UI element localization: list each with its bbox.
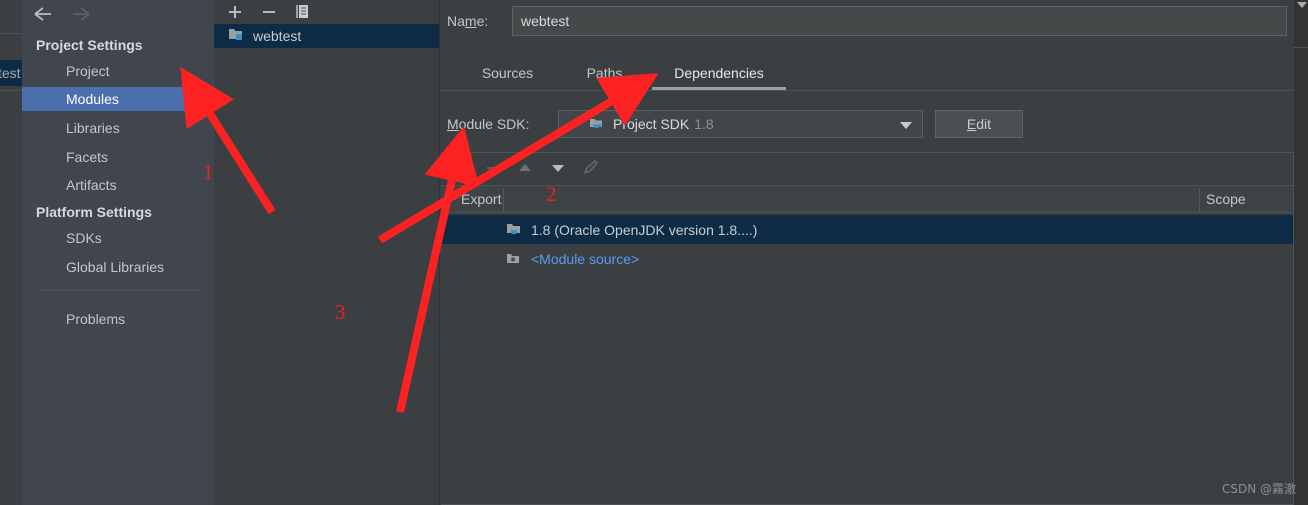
module-list-item-label: webtest (253, 28, 302, 44)
module-source-icon (506, 251, 523, 266)
sidebar-item-facets[interactable]: Facets (22, 145, 214, 169)
modules-toolbar (214, 0, 440, 24)
sidebar-group-project-settings: Project Settings (36, 37, 143, 53)
arrow-left-icon[interactable] (32, 4, 54, 24)
sidebar-item-project[interactable]: Project (22, 59, 214, 83)
triangle-up-icon (512, 158, 538, 178)
triangle-down-icon[interactable] (545, 158, 571, 178)
tab-dependencies-label: Dependencies (674, 65, 764, 81)
plus-icon[interactable] (447, 158, 473, 178)
sidebar-item-modules[interactable]: Modules (22, 87, 214, 111)
background-right-strip (1294, 0, 1308, 505)
pencil-icon (578, 158, 604, 178)
module-name-label: Name: (447, 13, 489, 29)
module-list-item-webtest[interactable]: webtest (214, 24, 440, 48)
sidebar-divider (40, 290, 200, 291)
modules-list-panel (214, 0, 440, 505)
module-editor-tabs: Sources Paths Dependencies (440, 56, 1294, 91)
background-divider (0, 90, 22, 91)
sidebar-item-global-libraries[interactable]: Global Libraries (22, 255, 214, 279)
tabs-baseline (440, 90, 1294, 91)
column-divider[interactable] (1199, 188, 1200, 212)
tab-paths[interactable]: Paths (568, 56, 641, 90)
tab-dependencies[interactable]: Dependencies (652, 56, 786, 90)
module-sdk-label: Module SDK: (447, 116, 530, 132)
chevron-down-icon (1297, 2, 1307, 8)
sidebar-item-problems[interactable]: Problems (22, 307, 214, 331)
sidebar-nav-arrows (22, 0, 214, 26)
edit-sdk-button[interactable]: Edit (935, 110, 1023, 138)
module-name-row: Name: (440, 6, 1294, 38)
table-row-label: <Module source> (531, 250, 640, 267)
watermark: CSDN @霧澈 (1221, 482, 1296, 496)
module-sdk-version: 1.8 (694, 116, 714, 132)
minus-icon (480, 158, 506, 178)
module-sdk-value: Project SDK (613, 116, 690, 132)
column-header-export[interactable]: Export (461, 186, 501, 212)
column-header-scope[interactable]: Scope (1206, 186, 1246, 212)
copy-icon[interactable] (292, 2, 314, 22)
minus-icon[interactable] (258, 2, 280, 22)
sidebar-group-platform-settings: Platform Settings (36, 204, 152, 220)
plus-icon[interactable] (224, 2, 246, 22)
sidebar-item-libraries[interactable]: Libraries (22, 116, 214, 140)
background-divider (1294, 47, 1308, 48)
jdk-icon (506, 222, 523, 237)
sidebar-item-sdks[interactable]: SDKs (22, 226, 214, 250)
annotation-number-3: 3 (335, 300, 346, 324)
table-row-label: 1.8 (Oracle OpenJDK version 1.8....) (531, 221, 758, 238)
module-name-input[interactable] (512, 6, 1287, 36)
column-divider[interactable] (503, 188, 504, 212)
annotation-number-2: 2 (546, 182, 557, 206)
module-sdk-row: Module SDK: Project SDK 1.8 Edit (440, 110, 1294, 140)
dependencies-toolbar (441, 153, 1293, 183)
jdk-icon (589, 117, 605, 131)
table-row[interactable]: <Module source> (441, 244, 1293, 273)
tab-sources[interactable]: Sources (459, 56, 556, 90)
chevron-down-icon (900, 122, 912, 129)
module-sdk-dropdown[interactable]: Project SDK 1.8 (558, 110, 923, 138)
table-row[interactable]: 1.8 (Oracle OpenJDK version 1.8....) (441, 215, 1293, 244)
screenshot-root: test Project Settings Project Modules Li… (0, 0, 1308, 505)
annotation-number-1: 1 (203, 160, 214, 184)
dependencies-table-header: Export Scope (441, 185, 1293, 213)
arrow-right-icon[interactable] (70, 4, 92, 24)
background-divider (0, 33, 22, 34)
background-tab-label: test (0, 65, 21, 81)
sidebar-item-artifacts[interactable]: Artifacts (22, 173, 214, 197)
module-folder-icon (228, 26, 245, 46)
